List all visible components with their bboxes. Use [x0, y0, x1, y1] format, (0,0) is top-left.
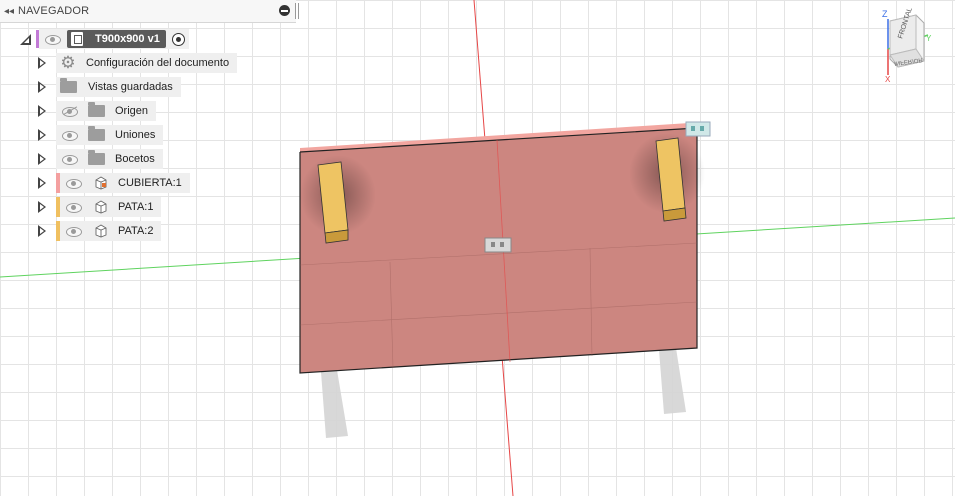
folder-icon — [88, 150, 105, 165]
tree-item-sketches[interactable]: Bocetos — [38, 149, 163, 169]
tree-item-label: PATA:2 — [118, 225, 154, 237]
folder-icon — [88, 126, 105, 141]
tree-item-label: CUBIERTA:1 — [118, 177, 182, 189]
tree-item-label: Uniones — [115, 129, 156, 141]
tree-item-origin[interactable]: Origen — [38, 101, 157, 121]
tree-root[interactable]: T900x900 v1 — [20, 29, 189, 49]
document-icon — [71, 32, 83, 46]
tree-item-label: Origen — [115, 105, 149, 117]
navigator-header: ◂◂ NAVEGADOR — [0, 0, 299, 23]
folder-icon — [88, 102, 105, 117]
minimize-icon[interactable] — [279, 5, 290, 16]
axis-z-label: Z — [882, 9, 888, 19]
viewcube-graphic[interactable]: FRONTAL INFERIOR Z Y X — [880, 5, 940, 85]
eye-icon[interactable] — [62, 130, 78, 141]
expand-icon[interactable] — [38, 225, 46, 237]
collapse-root-icon[interactable] — [20, 33, 31, 45]
panel-grip[interactable] — [295, 3, 299, 19]
expand-icon[interactable] — [38, 177, 46, 189]
leg-shadow-right — [659, 348, 686, 414]
tree-item-pata-1[interactable]: PATA:1 — [38, 197, 162, 217]
joint-marker-corner — [685, 121, 711, 137]
gear-icon: ⚙ — [60, 53, 76, 72]
tree-item-saved-views[interactable]: Vistas guardadas — [38, 77, 181, 97]
tree-item-document-settings[interactable]: ⚙ Configuración del documento — [38, 53, 238, 73]
browser-panel: ◂◂ NAVEGADOR T900x900 v1 ⚙ Configuración… — [0, 0, 300, 245]
collapse-panel-icon[interactable]: ◂◂ — [0, 6, 18, 17]
expand-icon[interactable] — [38, 201, 46, 213]
eye-icon[interactable] — [66, 226, 82, 237]
eye-icon[interactable] — [66, 178, 82, 189]
tree-item-pata-2[interactable]: PATA:2 — [38, 221, 162, 241]
tree-item-cubierta-1[interactable]: CUBIERTA:1 — [38, 173, 190, 193]
activate-radio[interactable] — [171, 32, 185, 46]
folder-icon — [60, 78, 77, 93]
tree-item-label: Vistas guardadas — [88, 81, 173, 93]
eye-icon[interactable] — [62, 154, 78, 165]
tree-item-label: Bocetos — [115, 153, 155, 165]
joint-marker-center — [484, 237, 512, 253]
expand-icon[interactable] — [38, 57, 46, 69]
navigator-title: NAVEGADOR — [18, 5, 90, 17]
root-document-label: T900x900 v1 — [95, 33, 160, 45]
leg-shadow-left — [321, 370, 348, 438]
component-icon — [95, 176, 107, 190]
expand-icon[interactable] — [38, 105, 46, 117]
eye-icon[interactable] — [45, 34, 61, 45]
eye-icon[interactable] — [66, 202, 82, 213]
axis-x-label: X — [885, 75, 891, 84]
eye-hidden-icon[interactable] — [62, 106, 78, 117]
component-icon — [95, 200, 107, 214]
viewcube[interactable]: FRONTAL INFERIOR Z Y X — [880, 5, 940, 85]
tree-item-label: Configuración del documento — [86, 57, 230, 69]
root-document-chip[interactable]: T900x900 v1 — [67, 30, 166, 48]
expand-icon[interactable] — [38, 129, 46, 141]
tree-item-joints[interactable]: Uniones — [38, 125, 164, 145]
component-icon — [95, 224, 107, 238]
expand-icon[interactable] — [38, 81, 46, 93]
tree-item-label: PATA:1 — [118, 201, 154, 213]
axis-y-label: Y — [926, 34, 932, 43]
expand-icon[interactable] — [38, 153, 46, 165]
